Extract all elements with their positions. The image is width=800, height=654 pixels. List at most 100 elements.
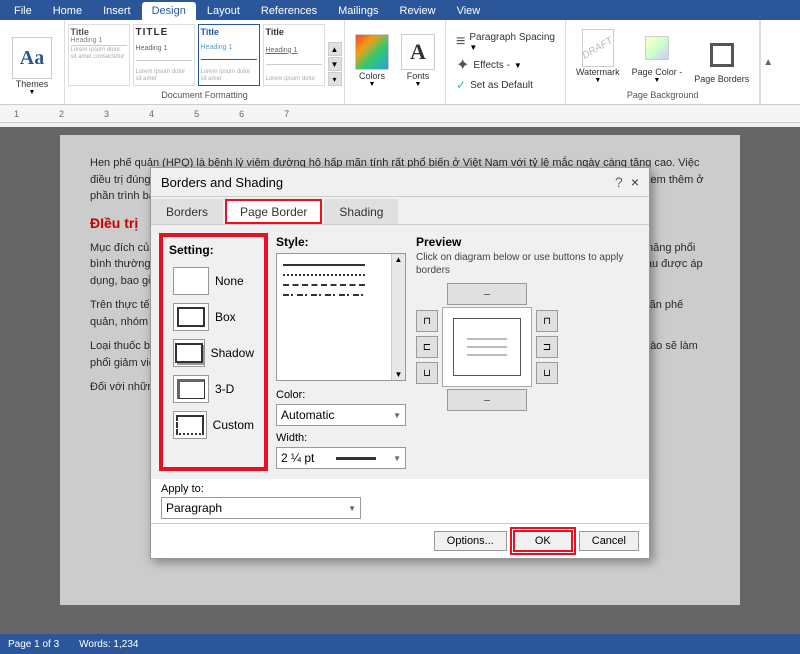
- themes-button[interactable]: Aa Themes ▼: [10, 35, 54, 98]
- set-as-default-button[interactable]: ✓ Set as Default: [456, 78, 533, 92]
- options-button[interactable]: Options...: [434, 531, 507, 551]
- effects-label: Effects -: [473, 60, 510, 71]
- ribbon-group-themes: Aa Themes ▼: [0, 20, 65, 104]
- tab-mailings[interactable]: Mailings: [328, 2, 388, 20]
- colors-button[interactable]: Colors ▼: [353, 32, 391, 90]
- themes-items: Aa Themes ▼: [10, 24, 54, 98]
- dialog-title: Borders and Shading: [161, 175, 283, 190]
- color-dropdown-arrow: ▼: [393, 411, 401, 420]
- page-color-button[interactable]: Page Color - ▼: [630, 27, 685, 86]
- preview-box: [442, 307, 532, 387]
- effects-icon: ✦: [456, 55, 469, 75]
- preview-top-btn[interactable]: ─: [447, 283, 527, 305]
- color-section: Color: Automatic ▼: [276, 389, 406, 426]
- scroll-down-btn[interactable]: ▼: [394, 369, 404, 380]
- ok-button[interactable]: OK: [513, 530, 573, 552]
- custom-label: Custom: [213, 418, 254, 432]
- ribbon-group-colors-fonts: Colors ▼ A Fonts ▼: [345, 20, 446, 104]
- shadow-icon: [173, 339, 205, 367]
- apply-to-row: Paragraph ▼: [161, 497, 639, 519]
- tab-review[interactable]: Review: [390, 2, 446, 20]
- document-area: Hen phế quản (HPQ) là bệnh lý viêm đường…: [0, 127, 800, 634]
- dialog-overlay: Borders and Shading ? × Borders Page Bor…: [0, 127, 800, 634]
- tab-references[interactable]: References: [251, 2, 327, 20]
- tab-insert[interactable]: Insert: [93, 2, 141, 20]
- ribbon-group-page-background: DRAFT Watermark ▼ Page Color - ▼: [566, 20, 760, 104]
- watermark-label: Watermark: [576, 67, 620, 77]
- ribbon-group-doc-formatting: Title Heading 1 Lorem ipsum dolor sit am…: [65, 20, 345, 104]
- fonts-button[interactable]: A Fonts ▼: [399, 32, 437, 90]
- color-value: Automatic: [281, 408, 334, 422]
- preview-left-btn[interactable]: ⊏: [416, 336, 438, 358]
- tab-design[interactable]: Design: [142, 2, 196, 20]
- preview-bottom-right-btn[interactable]: ⊔: [536, 362, 558, 384]
- tab-borders[interactable]: Borders: [151, 199, 223, 224]
- color-select[interactable]: Automatic ▼: [276, 404, 406, 426]
- dialog-title-bar: Borders and Shading ? ×: [151, 168, 649, 197]
- page-borders-button[interactable]: Page Borders: [692, 34, 751, 86]
- preview-center: ─ ─: [442, 283, 532, 411]
- preview-inner-box: [453, 318, 521, 376]
- ribbon-tabs-row: File Home Insert Design Layout Reference…: [0, 0, 800, 20]
- apply-to-select[interactable]: Paragraph ▼: [161, 497, 361, 519]
- styles-scroll-down[interactable]: ▼: [328, 57, 342, 71]
- preview-bottom-btn[interactable]: ─: [447, 389, 527, 411]
- watermark-icon: DRAFT: [582, 29, 614, 67]
- ribbon-group-effects: ≡ Paragraph Spacing ▼ ✦ Effects - ▼ ✓ Se…: [446, 20, 566, 104]
- setting-box[interactable]: Box: [169, 299, 258, 335]
- page-color-label: Page Color -: [632, 67, 683, 77]
- setting-shadow[interactable]: Shadow: [169, 335, 258, 371]
- paragraph-spacing-button[interactable]: ≡ Paragraph Spacing ▼: [456, 32, 555, 52]
- tab-file[interactable]: File: [4, 2, 42, 20]
- style-item-1[interactable]: Title Heading 1 Lorem ipsum dolor sit am…: [68, 24, 130, 86]
- color-label: Color:: [276, 389, 406, 401]
- page-borders-icon: [706, 36, 738, 74]
- apply-to-dropdown-arrow: ▼: [348, 504, 356, 513]
- styles-more[interactable]: ▾: [328, 72, 342, 86]
- box-icon: [173, 303, 209, 331]
- style-scrollbar[interactable]: ▲ ▼: [391, 254, 405, 380]
- fonts-label: Fonts: [407, 71, 430, 81]
- preview-bottom-left-btn[interactable]: ⊔: [416, 362, 438, 384]
- style-listbox[interactable]: ▲ ▼: [276, 253, 406, 381]
- cancel-button[interactable]: Cancel: [579, 531, 639, 551]
- watermark-button[interactable]: DRAFT Watermark ▼: [574, 27, 622, 86]
- dialog-help-button[interactable]: ?: [615, 174, 623, 190]
- setting-none[interactable]: None: [169, 263, 258, 299]
- styles-scroll-up[interactable]: ▲: [328, 42, 342, 56]
- setting-3d[interactable]: 3-D: [169, 371, 258, 407]
- ribbon: File Home Insert Design Layout Reference…: [0, 0, 800, 105]
- 3d-icon: [173, 375, 209, 403]
- custom-icon: [173, 411, 207, 439]
- borders-shading-dialog: Borders and Shading ? × Borders Page Bor…: [150, 167, 650, 559]
- page-background-label: Page Background: [627, 88, 699, 100]
- dialog-close-button[interactable]: ×: [631, 174, 639, 190]
- tab-layout[interactable]: Layout: [197, 2, 250, 20]
- width-select[interactable]: 2 ¼ pt ▼: [276, 447, 406, 469]
- style-item-4[interactable]: Title Heading 1 Lorem ipsum dolor: [263, 24, 325, 86]
- tab-shading[interactable]: Shading: [324, 199, 398, 224]
- preview-top-right-btn[interactable]: ⊓: [536, 310, 558, 332]
- tab-home[interactable]: Home: [43, 2, 92, 20]
- style-item-3[interactable]: Title Heading 1 Lorem ipsum dolor sit am…: [198, 24, 260, 86]
- preview-right-buttons: ⊓ ⊐ ⊔: [536, 310, 558, 384]
- ribbon-collapse-button[interactable]: ▲: [760, 20, 775, 104]
- 3d-label: 3-D: [215, 382, 234, 396]
- setting-custom[interactable]: Custom: [169, 407, 258, 443]
- effects-button[interactable]: ✦ Effects - ▼: [456, 55, 522, 75]
- none-label: None: [215, 274, 244, 288]
- ruler: 1 2 3 4 5 6 7: [0, 105, 800, 123]
- check-icon: ✓: [456, 78, 466, 92]
- ribbon-content: Aa Themes ▼ Title Heading 1 Lorem ipsum …: [0, 20, 800, 105]
- paragraph-spacing-icon: ≡: [456, 33, 465, 51]
- set-as-default-label: Set as Default: [470, 80, 533, 91]
- tab-page-border[interactable]: Page Border: [225, 199, 322, 224]
- shadow-border-preview: [175, 343, 203, 363]
- preview-right-btn[interactable]: ⊐: [536, 336, 558, 358]
- scroll-up-btn[interactable]: ▲: [394, 254, 404, 265]
- style-item-2[interactable]: TITLE Heading 1 Lorem ipsum dolor sit am…: [133, 24, 195, 86]
- style-list-items: [277, 254, 391, 380]
- tab-view[interactable]: View: [447, 2, 491, 20]
- preview-top-left-btn[interactable]: ⊓: [416, 310, 438, 332]
- shadow-label: Shadow: [211, 346, 254, 360]
